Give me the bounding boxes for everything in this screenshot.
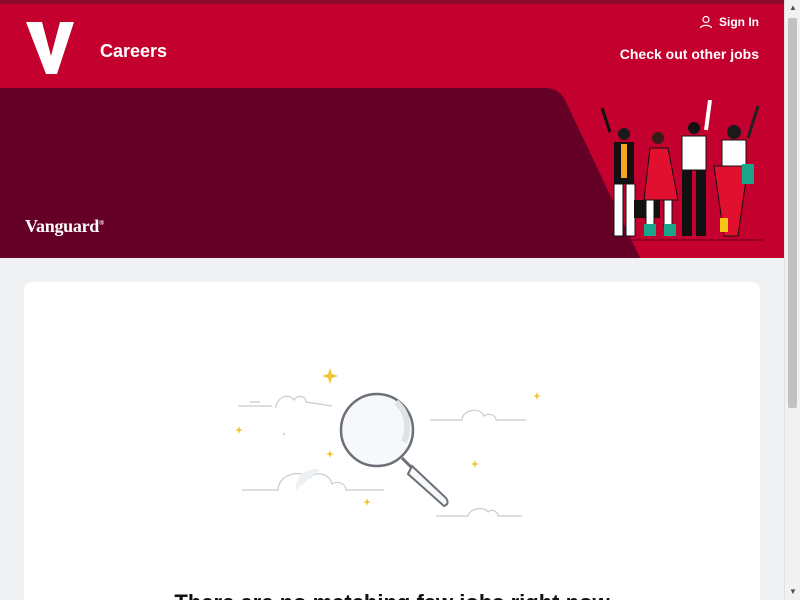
scroll-down-arrow-icon[interactable]: ▼ [785, 584, 800, 600]
sign-in-link[interactable]: Sign In [699, 15, 759, 29]
wordmark-text: Vanguard [25, 216, 99, 236]
sign-in-label: Sign In [719, 15, 759, 29]
top-header: Careers Sign In Check out other jobs [0, 0, 784, 88]
no-results-illustration [236, 368, 541, 517]
empty-results-message: There are no matching few jobs right now [24, 590, 760, 600]
other-jobs-link[interactable]: Check out other jobs [620, 46, 759, 62]
registered-mark: ® [98, 219, 104, 227]
careers-title[interactable]: Careers [100, 41, 167, 62]
celebrating-people-illustration [598, 100, 764, 241]
vanguard-v-logo[interactable] [24, 18, 76, 78]
hero-banner: Vanguard® [0, 88, 784, 258]
scroll-up-arrow-icon[interactable]: ▲ [785, 0, 800, 16]
scrollbar-thumb[interactable] [788, 18, 797, 408]
vertical-scrollbar[interactable]: ▲ ▼ [784, 0, 800, 600]
vanguard-wordmark: Vanguard® [25, 216, 104, 237]
user-icon [699, 15, 713, 29]
results-card: There are no matching few jobs right now [24, 282, 760, 600]
